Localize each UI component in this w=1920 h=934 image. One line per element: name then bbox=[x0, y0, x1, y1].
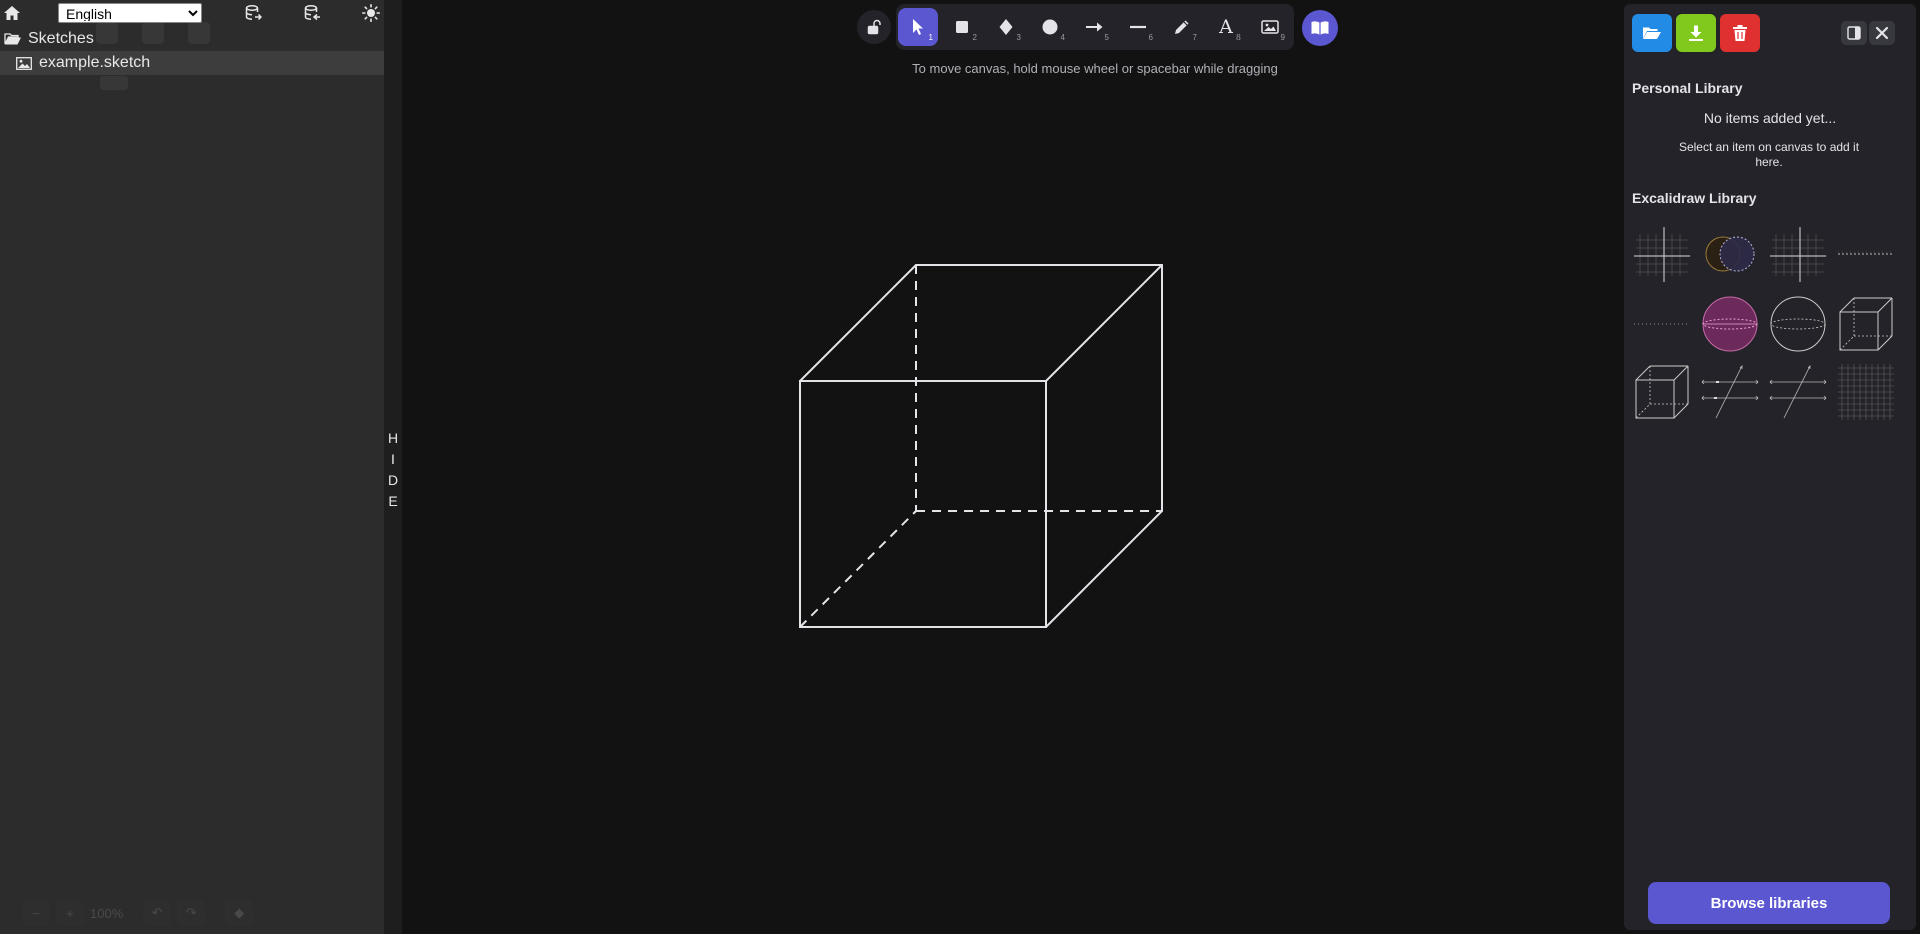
tool-selection[interactable]: 1 bbox=[898, 8, 938, 46]
tool-line[interactable]: 6 bbox=[1118, 8, 1158, 46]
tool-shortcut: 8 bbox=[1235, 33, 1241, 42]
redo-icon: ↷ bbox=[177, 900, 206, 926]
library-item-sphere-outline[interactable] bbox=[1768, 294, 1828, 354]
empty-library-message: No items added yet... bbox=[1703, 110, 1837, 126]
eraser-icon: ◆ bbox=[225, 900, 254, 926]
tool-shortcut: 7 bbox=[1192, 33, 1197, 42]
database-import-icon[interactable] bbox=[242, 2, 264, 24]
folder-open-icon bbox=[4, 31, 22, 47]
library-item-dotted-line[interactable] bbox=[1632, 294, 1692, 354]
library-item-axes-grid[interactable] bbox=[1632, 224, 1692, 284]
hide-letter: I bbox=[391, 451, 395, 467]
open-library-button[interactable] bbox=[1632, 14, 1672, 52]
shape-toolbar: 1 2 3 4 5 6 7 A 8 9 bbox=[896, 4, 1294, 50]
library-item-cube-outline[interactable] bbox=[1836, 294, 1896, 354]
library-item-parallel-lines-transversal[interactable] bbox=[1700, 362, 1760, 422]
tool-text[interactable]: A 8 bbox=[1206, 8, 1246, 46]
hide-letter: D bbox=[387, 472, 399, 488]
ghost-tool bbox=[96, 22, 118, 44]
tree-file-label: example.sketch bbox=[39, 54, 151, 71]
image-file-icon bbox=[15, 55, 33, 71]
ghost-tool bbox=[100, 76, 128, 90]
cube-edge[interactable] bbox=[1045, 510, 1163, 628]
text-tool-glyph: A bbox=[1219, 16, 1233, 38]
library-item-parallel-lines-transversal-2[interactable] bbox=[1768, 362, 1828, 422]
tool-shortcut: 3 bbox=[1016, 33, 1021, 42]
cube-drawing[interactable] bbox=[790, 255, 1170, 635]
zoom-out-icon: − bbox=[22, 900, 50, 926]
library-item-pink-sphere[interactable] bbox=[1700, 294, 1760, 354]
library-panel: Personal Library No items added yet... S… bbox=[1624, 0, 1920, 934]
zoom-level: 100% bbox=[90, 905, 124, 921]
tool-rectangle[interactable]: 2 bbox=[942, 8, 982, 46]
excalidraw-library-title: Excalidraw Library bbox=[1632, 190, 1757, 206]
close-panel-button[interactable] bbox=[1869, 21, 1895, 45]
ghost-tool bbox=[188, 22, 210, 44]
cube-edge[interactable] bbox=[1045, 264, 1163, 382]
tool-shortcut: 6 bbox=[1148, 33, 1153, 42]
tree-folder-label: Sketches bbox=[28, 30, 94, 47]
dock-panel-button[interactable] bbox=[1841, 21, 1867, 45]
ghost-tool bbox=[142, 22, 164, 44]
export-library-button[interactable] bbox=[1676, 14, 1716, 52]
app-window: English Sketches example.sketch − + 100%… bbox=[0, 0, 1920, 934]
canvas-hint: To move canvas, hold mouse wheel or spac… bbox=[912, 61, 1278, 76]
library-item-dashed-line[interactable] bbox=[1836, 224, 1896, 284]
hide-letter: E bbox=[388, 493, 398, 509]
hide-sidebar-label[interactable]: H I D E bbox=[384, 428, 402, 512]
tool-shortcut: 2 bbox=[972, 33, 977, 42]
zoom-in-icon: + bbox=[56, 900, 84, 926]
tool-shortcut: 4 bbox=[1060, 33, 1065, 42]
tool-diamond[interactable]: 3 bbox=[986, 8, 1026, 46]
library-item-venn-diagram[interactable] bbox=[1700, 224, 1760, 284]
database-export-icon[interactable] bbox=[301, 2, 323, 24]
home-icon[interactable] bbox=[1, 2, 23, 24]
tool-shortcut: 9 bbox=[1280, 33, 1285, 42]
language-select[interactable]: English bbox=[58, 3, 202, 23]
tool-arrow[interactable]: 5 bbox=[1074, 8, 1114, 46]
tool-shortcut: 5 bbox=[1104, 33, 1109, 42]
sun-icon[interactable] bbox=[360, 2, 382, 24]
reset-library-button[interactable] bbox=[1720, 14, 1760, 52]
tree-file-example-sketch[interactable]: example.sketch bbox=[0, 51, 384, 75]
browse-libraries-button[interactable]: Browse libraries bbox=[1648, 882, 1890, 924]
library-item-grid[interactable] bbox=[1836, 362, 1896, 422]
tool-draw[interactable]: 7 bbox=[1162, 8, 1202, 46]
tool-shortcut: 1 bbox=[928, 33, 933, 42]
library-item-axes-grid-2[interactable] bbox=[1768, 224, 1828, 284]
tool-image[interactable]: 9 bbox=[1250, 8, 1290, 46]
undo-icon: ↶ bbox=[143, 900, 172, 926]
cube-hidden-edge[interactable] bbox=[799, 510, 917, 628]
lock-toggle-button[interactable] bbox=[857, 10, 891, 44]
tool-ellipse[interactable]: 4 bbox=[1030, 8, 1070, 46]
cube-edge[interactable] bbox=[799, 264, 917, 382]
library-panel-body: Personal Library No items added yet... S… bbox=[1624, 4, 1916, 930]
personal-library-title: Personal Library bbox=[1632, 80, 1743, 96]
file-sidebar: English Sketches example.sketch − + 100%… bbox=[0, 0, 384, 934]
library-toggle-button[interactable] bbox=[1302, 10, 1338, 46]
empty-library-hint: Select an item on canvas to add it here. bbox=[1678, 140, 1860, 169]
ghost-zoom-controls: − + 100% ↶ ↷ ◆ bbox=[22, 900, 254, 926]
library-item-cube-outline-2[interactable] bbox=[1632, 362, 1692, 422]
hide-letter: H bbox=[387, 430, 399, 446]
